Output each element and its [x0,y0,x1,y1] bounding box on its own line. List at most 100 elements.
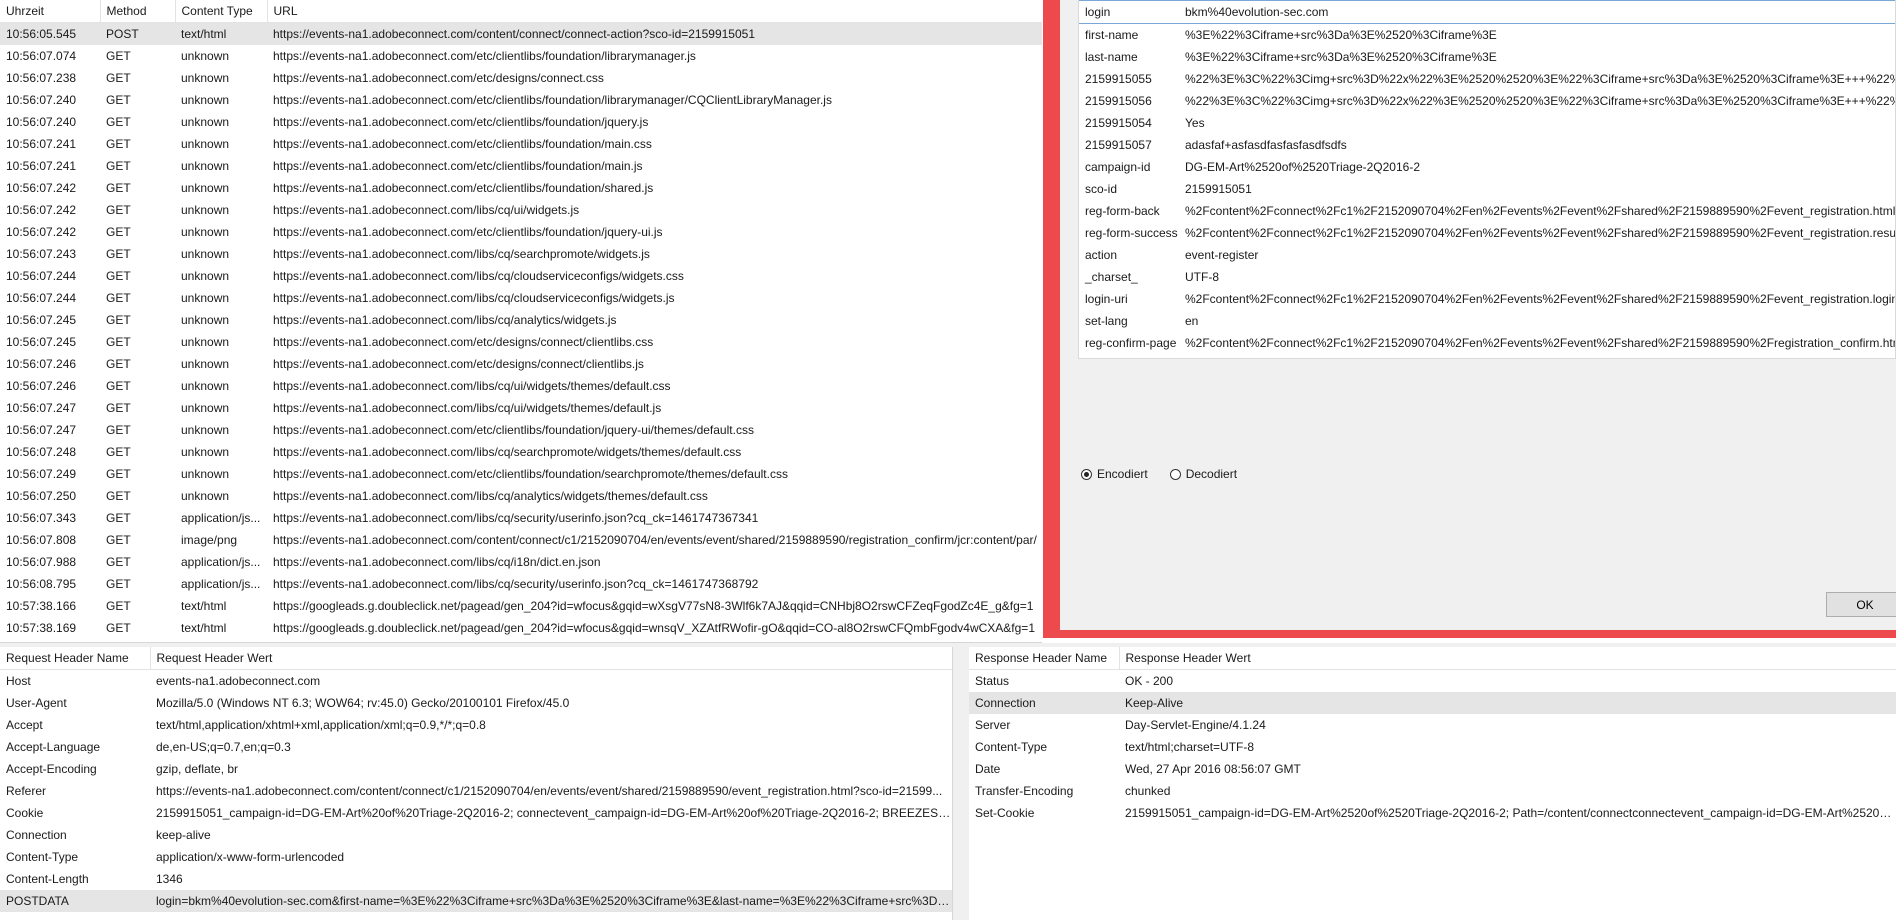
request-header-row[interactable]: User-Agent Mozilla/5.0 (Windows NT 6.3; W… [0,692,952,714]
parameter-row[interactable]: 2159915057 adasfaf+asfasdfasfasfasdfsdfs [1079,134,1895,156]
response-header-row[interactable]: Server Day-Servlet-Engine/4.1.24 [969,714,1896,736]
request-row[interactable]: 10:56:07.242 GET unknown https://events-na1… [0,177,1042,199]
request-row[interactable]: 10:56:08.795 GET application/js... https://… [0,573,1042,595]
response-header-row[interactable]: Date Wed, 27 Apr 2016 08:56:07 GMT [969,758,1896,780]
parameter-row[interactable]: _charset_ UTF-8 [1079,266,1895,288]
request-content-type-cell: application/js... [181,577,261,591]
request-header-row[interactable]: POSTDATA login=bkm%40evolution-sec.com&fi… [0,890,952,912]
request-header-row[interactable]: Connection keep-alive [0,824,952,846]
response-header-name-cell: Status [975,674,1010,688]
column-header-content-type[interactable]: Content Type [175,0,268,23]
request-row[interactable]: 10:56:07.074 GET unknown https://events-na1… [0,45,1042,67]
radio-encoded-indicator[interactable] [1081,468,1092,480]
request-header-row[interactable]: Content-Length 1346 [0,868,952,890]
response-header-row[interactable]: Status OK - 200 [969,670,1896,693]
request-row[interactable]: 10:56:07.808 GET image/png https://events-n… [0,529,1042,551]
parameter-row[interactable]: reg-form-success %2Fcontent%2Fconnect%2Fc… [1079,222,1895,244]
parameter-row[interactable]: login bkm%40evolution-sec.com [1079,0,1895,24]
response-header-row[interactable]: Set-Cookie 2159915051_campaign-id=DG-EM-A… [969,802,1896,824]
parameter-name-cell: 2159915055 [1085,72,1152,86]
response-header-row[interactable]: Transfer-Encoding chunked [969,780,1896,802]
request-row[interactable]: 10:56:07.240 GET unknown https://events-na1… [0,111,1042,133]
parameter-row[interactable]: first-name %3E%22%3Ciframe+src%3Da%3E%252… [1079,24,1895,47]
request-row[interactable]: 10:56:07.245 GET unknown https://events-na1… [0,309,1042,331]
parameter-row[interactable]: 2159915055 %22%3E%3C%22%3Cimg+src%3D%22x%… [1079,68,1895,90]
parameter-row[interactable]: reg-confirm-page %2Fcontent%2Fconnect%2Fc… [1079,332,1895,354]
request-time-cell: 10:56:07.241 [6,159,77,173]
request-row[interactable]: 10:56:05.545 POST text/html https://events-… [0,22,1042,45]
request-row[interactable]: 10:56:07.244 GET unknown https://events-na1… [0,287,1042,309]
request-row[interactable]: 10:56:07.244 GET unknown https://events-na1… [0,265,1042,287]
response-header-name-cell: Date [975,762,1001,776]
request-time-cell: 10:57:38.166 [6,599,77,613]
parameter-row[interactable]: login-uri %2Fcontent%2Fconnect%2Fc1%2F215… [1079,288,1895,310]
request-row[interactable]: 10:56:07.246 GET unknown https://events-na1… [0,353,1042,375]
response-header-row[interactable]: Connection Keep-Alive [969,692,1896,714]
request-method-cell: GET [106,533,131,547]
request-time-cell: 10:56:07.240 [6,115,77,129]
parameter-value-cell: %22%3E%3C%22%3Cimg+src%3D%22x%22%3E%2520… [1185,94,1895,108]
request-row[interactable]: 10:56:07.245 GET unknown https://events-na1… [0,331,1042,353]
request-headers-pane[interactable]: Request Header Name Request Header Wert … [0,647,953,920]
parameter-row[interactable]: 2159915056 %22%3E%3C%22%3Cimg+src%3D%22x%… [1079,90,1895,112]
request-row[interactable]: 10:56:07.988 GET application/js... https://… [0,551,1042,573]
request-row[interactable]: 10:56:07.243 GET unknown https://events-na1… [0,243,1042,265]
request-header-row[interactable]: Accept-Language de,en-US;q=0.7,en;q=0.3 [0,736,952,758]
parameter-list[interactable]: login bkm%40evolution-sec.com first-name %3… [1078,0,1896,359]
request-row[interactable]: 10:56:07.241 GET unknown https://events-na1… [0,133,1042,155]
parameter-row[interactable]: 2159915054 Yes [1079,112,1895,134]
request-row[interactable]: 10:56:07.238 GET unknown https://events-na1… [0,67,1042,89]
request-header-name-cell: Accept [6,718,43,732]
parameter-row[interactable]: campaign-id DG-EM-Art%2520of%2520Triage-2… [1079,156,1895,178]
radio-decoded-indicator[interactable] [1169,468,1181,480]
request-row[interactable]: 10:56:07.247 GET unknown https://events-na1… [0,419,1042,441]
column-header-url[interactable]: URL [267,0,1042,23]
request-row[interactable]: 10:56:07.249 GET unknown https://events-na1… [0,463,1042,485]
response-header-row[interactable]: Content-Type text/html;charset=UTF-8 [969,736,1896,758]
request-header-row[interactable]: Cookie 2159915051_campaign-id=DG-EM-Art%2… [0,802,952,824]
request-row[interactable]: 10:56:07.242 GET unknown https://events-na1… [0,199,1042,221]
request-time-cell: 10:56:07.246 [6,379,77,393]
parameter-row[interactable]: sco-id 2159915051 [1079,178,1895,200]
radio-decoded[interactable]: Decodiert [1169,467,1237,481]
parameter-row[interactable]: set-lang en [1079,310,1895,332]
vertical-splitter[interactable] [953,647,969,920]
request-list[interactable]: Uhrzeit Method Content Type URL 10:56:05… [0,0,1042,643]
request-header-row[interactable]: Referer https://events-na1.adobeconnect.c… [0,780,952,802]
request-header-row[interactable]: Accept-Encoding gzip, deflate, br [0,758,952,780]
request-row[interactable]: 10:56:07.248 GET unknown https://events-na1… [0,441,1042,463]
request-header-row[interactable]: Content-Type application/x-www-form-urlen… [0,846,952,868]
ok-button[interactable]: OK [1826,592,1896,617]
parameter-name-cell: 2159915054 [1085,116,1152,130]
request-url-cell: https://events-na1.adobeconnect.com/libs… [273,247,650,261]
request-method-cell: GET [106,49,131,63]
request-row[interactable]: 10:56:07.240 GET unknown https://events-na1… [0,89,1042,111]
request-row[interactable]: 10:56:07.246 GET unknown https://events-na1… [0,375,1042,397]
request-row[interactable]: 10:57:38.169 GET text/html https://googlead… [0,617,1042,639]
request-header-row[interactable]: Accept text/html,application/xhtml+xml,ap… [0,714,952,736]
request-row[interactable]: 10:56:07.242 GET unknown https://events-na1… [0,221,1042,243]
parameter-row[interactable]: last-name %3E%22%3Ciframe+src%3Da%3E%2520… [1079,46,1895,68]
column-header-response-header-name[interactable]: Response Header Name [969,647,1120,670]
parameter-row[interactable]: action event-register [1079,244,1895,266]
column-header-time[interactable]: Uhrzeit [0,0,101,23]
parameter-row[interactable]: reg-form-back %2Fcontent%2Fconnect%2Fc1%2… [1079,200,1895,222]
request-content-type-cell: unknown [181,247,230,261]
request-url-cell: https://events-na1.adobeconnect.com/etc/… [273,49,696,63]
column-header-request-header-name[interactable]: Request Header Name [0,647,151,670]
request-row[interactable]: 10:57:38.166 GET text/html https://googlead… [0,595,1042,617]
request-content-type-cell: text/html [175,22,267,45]
request-time-cell: 10:56:07.245 [6,335,77,349]
column-header-method[interactable]: Method [100,0,176,23]
request-row[interactable]: 10:56:07.343 GET application/js... https://… [0,507,1042,529]
request-header-row[interactable]: Host events-na1.adobeconnect.com [0,670,952,693]
radio-encoded[interactable]: Encodiert [1081,467,1148,481]
request-url-cell: https://googleads.g.doubleclick.net/page… [273,621,1035,635]
column-header-response-header-value[interactable]: Response Header Wert [1119,647,1896,670]
request-time-cell: 10:56:07.074 [6,49,77,63]
response-headers-pane[interactable]: Response Header Name Response Header Wer… [969,647,1896,920]
column-header-request-header-value[interactable]: Request Header Wert [150,647,952,670]
request-row[interactable]: 10:56:07.250 GET unknown https://events-na1… [0,485,1042,507]
request-row[interactable]: 10:56:07.241 GET unknown https://events-na1… [0,155,1042,177]
request-row[interactable]: 10:56:07.247 GET unknown https://events-na1… [0,397,1042,419]
